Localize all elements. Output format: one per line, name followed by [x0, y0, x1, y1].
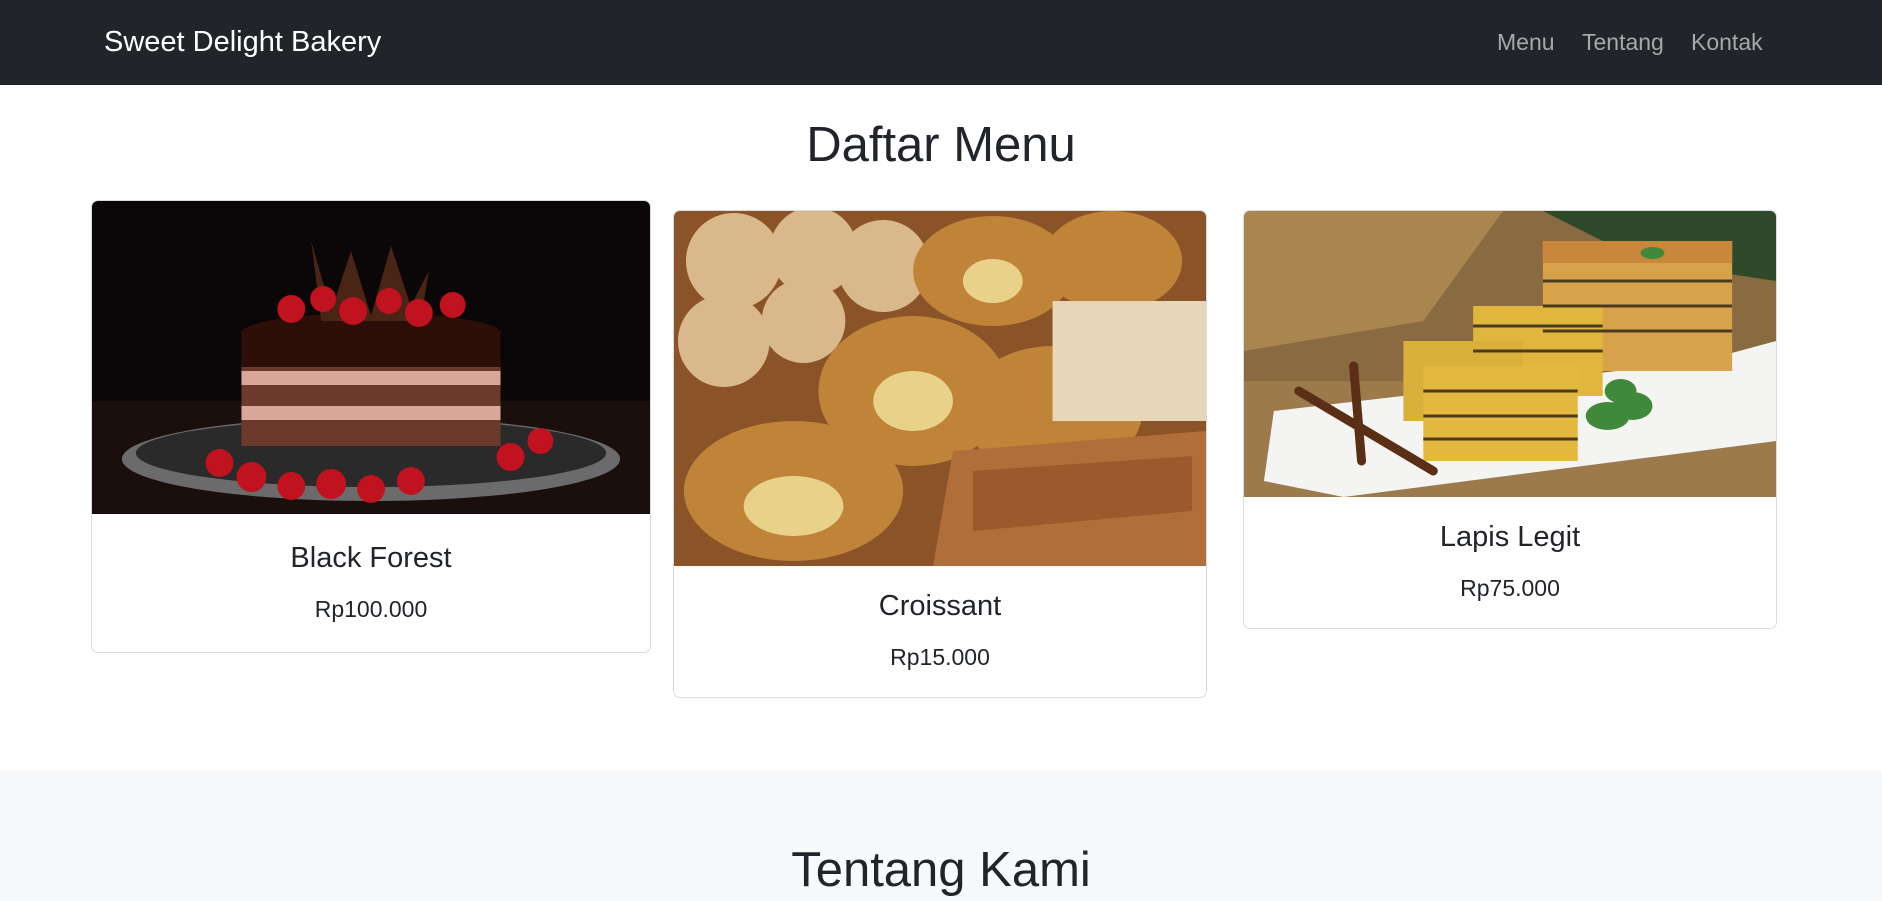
- croissant-image: [674, 211, 1206, 566]
- menu-item-price: Rp100.000: [314, 596, 428, 622]
- menu-card-black-forest: Black Forest Rp100.000: [91, 200, 651, 653]
- menu-card-lapis-legit: Lapis Legit Rp75.000: [1243, 210, 1777, 629]
- nav-link-kontak[interactable]: Kontak: [1691, 29, 1763, 56]
- menu-item-name: Croissant: [878, 590, 1002, 622]
- nav-link-tentang[interactable]: Tentang: [1582, 29, 1664, 56]
- menu-section-title: Daftar Menu: [806, 118, 1076, 172]
- black-forest-image: [92, 201, 650, 514]
- about-section-title: Tentang Kami: [791, 843, 1091, 897]
- nav-link-menu[interactable]: Menu: [1497, 29, 1555, 56]
- menu-item-name: Lapis Legit: [1439, 521, 1581, 553]
- menu-item-name: Black Forest: [290, 542, 452, 574]
- brand-logo-text[interactable]: Sweet Delight Bakery: [104, 26, 381, 59]
- navbar: Sweet Delight Bakery Menu Tentang Kontak: [0, 0, 1882, 85]
- menu-item-price: Rp75.000: [1460, 575, 1560, 601]
- menu-item-price: Rp15.000: [890, 644, 990, 670]
- menu-card-croissant: Croissant Rp15.000: [673, 210, 1207, 698]
- lapis-legit-image: [1244, 211, 1776, 497]
